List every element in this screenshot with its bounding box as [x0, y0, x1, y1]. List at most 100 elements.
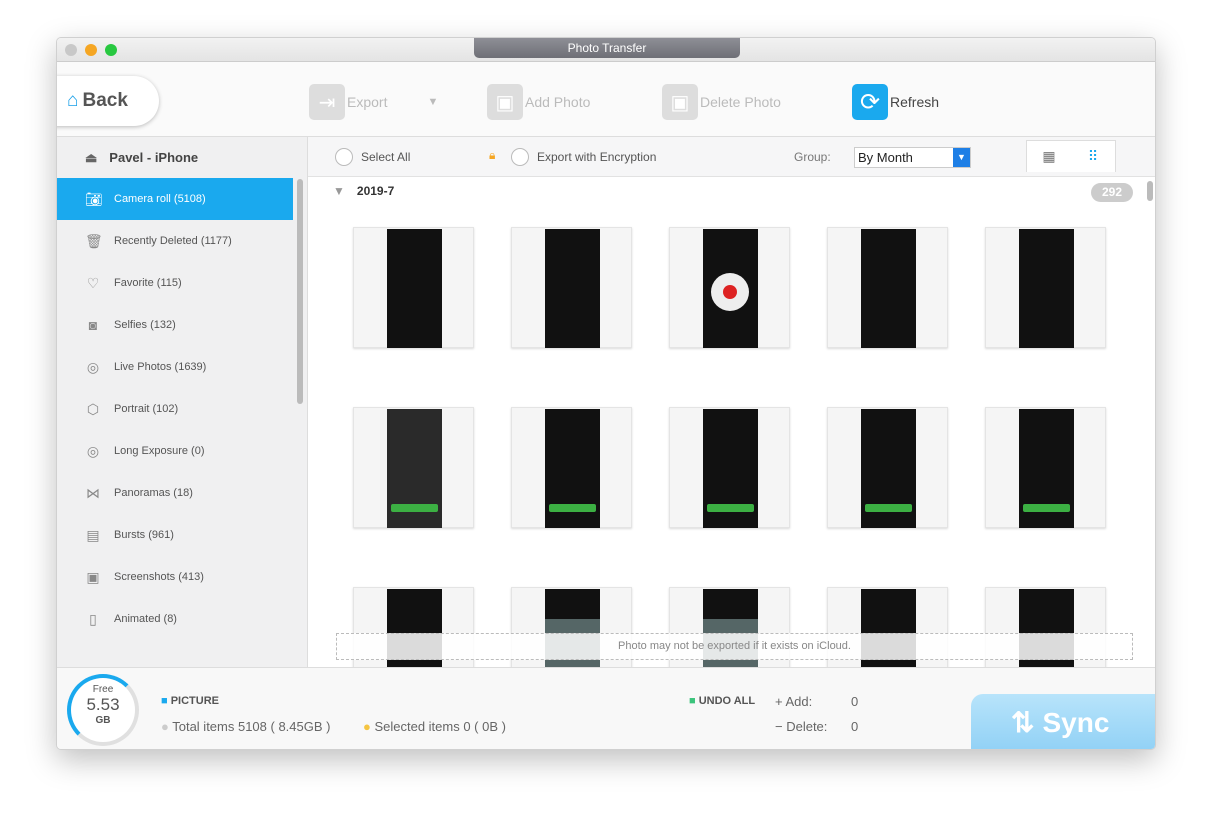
sidebar-item-label: Panoramas (18): [114, 487, 193, 499]
title-bar: Photo Transfer: [57, 38, 1155, 62]
toolbar: ⌂ Back ⇥ Export ▼ ▣ Add Photo ▣ Delete Photo …: [57, 62, 1155, 137]
photo-thumbnail[interactable]: [985, 407, 1106, 528]
group-header[interactable]: ▼ 2019-7: [333, 184, 394, 198]
screenshot-image: [1019, 229, 1074, 348]
photo-thumbnail[interactable]: [827, 227, 948, 348]
sidebar-item[interactable]: ▯ Animated (8): [57, 598, 293, 640]
screenshot-image: [1019, 409, 1074, 528]
sidebar-item[interactable]: ◎ Live Photos (1639): [57, 346, 293, 388]
lock-icon: 🔒︎: [489, 148, 496, 162]
free-label: Free: [92, 684, 114, 695]
sidebar-item-label: Screenshots (413): [114, 571, 204, 583]
sidebar-item-label: Favorite (115): [114, 277, 182, 289]
delete-photo-button[interactable]: ▣ Delete Photo: [662, 84, 781, 120]
undo-all-button[interactable]: ■ UNDO ALL: [689, 695, 755, 707]
group-value: By Month: [858, 150, 913, 165]
heart-icon: ♡: [86, 274, 100, 291]
content-scrollbar[interactable]: [1147, 181, 1153, 201]
close-button[interactable]: [65, 44, 77, 56]
refresh-button[interactable]: ⟳ Refresh: [852, 84, 939, 120]
screenshot-icon: ▣: [86, 568, 100, 585]
window-title: Photo Transfer: [474, 38, 740, 58]
home-icon: ⌂: [67, 90, 79, 111]
export-encryption-checkbox[interactable]: [511, 148, 529, 166]
export-icon: ⇥: [309, 84, 345, 120]
screenshot-image: [545, 229, 600, 348]
sidebar-item[interactable]: ◎ Long Exposure (0): [57, 430, 293, 472]
sidebar-item[interactable]: ▣ Screenshots (413): [57, 556, 293, 598]
select-all-checkbox[interactable]: [335, 148, 353, 166]
back-label: Back: [82, 90, 128, 111]
photo-thumbnail[interactable]: [353, 407, 474, 528]
selfie-icon: ◙: [88, 317, 98, 333]
sidebar-item[interactable]: 🗑︎ Recently Deleted (1177): [57, 220, 293, 262]
device-label: Pavel - iPhone: [109, 150, 199, 165]
undo-all-label: UNDO ALL: [698, 695, 756, 707]
refresh-label: Refresh: [890, 94, 940, 110]
photo-thumbnail[interactable]: [669, 407, 790, 528]
sidebar-item[interactable]: ⋈ Panoramas (18): [57, 472, 293, 514]
animated-icon: ▯: [89, 610, 97, 627]
photo-thumbnail[interactable]: [511, 227, 632, 348]
photo-thumbnail[interactable]: [827, 407, 948, 528]
sidebar-item-label: Camera roll (5108): [114, 193, 206, 205]
export-dropdown-icon[interactable]: ▼: [427, 96, 438, 108]
live-photo-icon: ◎: [86, 358, 100, 375]
screenshot-image: [861, 229, 916, 348]
sidebar-item[interactable]: ◙ Selfies (132): [57, 304, 293, 346]
screenshot-image: [387, 229, 442, 348]
small-grid-icon[interactable]: ⠿: [1071, 141, 1115, 172]
group-label: Group:: [794, 150, 831, 164]
sidebar-item-label: Portrait (102): [114, 403, 179, 415]
sidebar-item[interactable]: ♡ Favorite (115): [57, 262, 293, 304]
select-all-label: Select All: [361, 150, 411, 164]
sidebar-item-label: Animated (8): [114, 613, 177, 625]
long-exposure-icon: ◎: [86, 442, 100, 459]
icloud-notice: Photo may not be exported if it exists o…: [336, 633, 1133, 660]
photo-thumbnail[interactable]: [669, 227, 790, 348]
trash-icon: 🗑︎: [85, 232, 103, 249]
add-photo-button[interactable]: ▣ Add Photo: [487, 84, 590, 120]
screenshot-image: [861, 409, 916, 528]
screenshot-image: [703, 409, 758, 528]
photo-thumbnail[interactable]: [353, 227, 474, 348]
sidebar-scrollbar[interactable]: [297, 179, 303, 404]
screenshot-image: [545, 409, 600, 528]
device-name: ⏏ Pavel - iPhone: [57, 137, 307, 178]
large-grid-icon[interactable]: ▦: [1027, 141, 1071, 172]
sidebar-item[interactable]: 📷︎ Camera roll (5108): [57, 178, 293, 220]
photo-content: Select All 🔒︎ Export with Encryption Gro…: [308, 137, 1155, 708]
add-value: 0: [851, 694, 859, 709]
delete-photo-label: Delete Photo: [700, 94, 781, 110]
export-button[interactable]: ⇥ Export ▼: [309, 84, 438, 120]
category-label: PICTURE: [170, 695, 219, 707]
sync-label: Sync: [1042, 707, 1110, 738]
zoom-button[interactable]: [105, 44, 117, 56]
content-toolbar: Select All 🔒︎ Export with Encryption Gro…: [308, 137, 1155, 177]
sidebar-item[interactable]: ▤ Bursts (961): [57, 514, 293, 556]
add-label: + Add:: [775, 694, 813, 709]
back-button[interactable]: ⌂ Back: [57, 76, 159, 126]
eject-icon[interactable]: ⏏: [85, 150, 97, 165]
refresh-icon: ⟳: [852, 84, 888, 120]
selected-items: Selected items 0 ( 0B ): [374, 719, 506, 734]
screenshot-image: [703, 229, 758, 348]
add-photo-label: Add Photo: [525, 94, 591, 110]
minimize-button[interactable]: [85, 44, 97, 56]
chevron-down-icon: ▼: [953, 148, 970, 167]
sidebar-item-label: Recently Deleted (1177): [114, 235, 232, 247]
photo-thumbnail[interactable]: [985, 227, 1106, 348]
group-count-badge: 292: [1091, 183, 1133, 202]
sync-button[interactable]: ⇅ Sync: [971, 694, 1155, 749]
group-title: 2019-7: [356, 184, 395, 198]
group-select[interactable]: By Month ▼: [854, 147, 971, 168]
sidebar: ⏏ Pavel - iPhone 📷︎ Camera roll (5108) 🗑︎ Re…: [57, 137, 308, 667]
photo-transfer-window: Photo Transfer ⌂ Back ⇥ Export ▼ ▣ Add Photo…: [56, 37, 1156, 750]
view-toggle: ▦ ⠿: [1026, 140, 1116, 172]
sidebar-item-label: Selfies (132): [114, 319, 176, 331]
photo-thumbnail[interactable]: [511, 407, 632, 528]
sidebar-item[interactable]: ⬡ Portrait (102): [57, 388, 293, 430]
collapse-triangle-icon[interactable]: ▼: [333, 184, 345, 198]
delete-label: − Delete:: [775, 719, 828, 734]
delete-value: 0: [851, 719, 859, 734]
